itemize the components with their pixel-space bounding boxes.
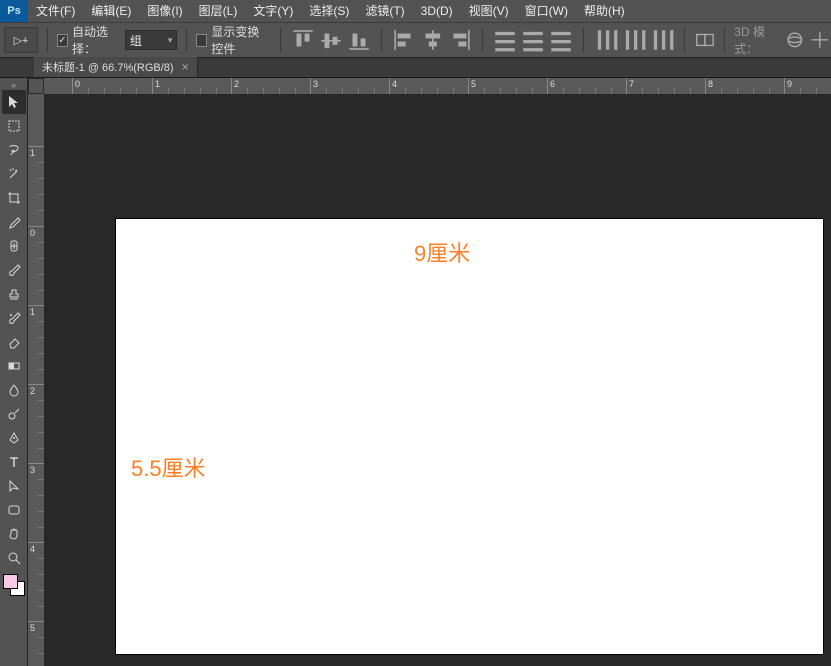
viewport[interactable]: 9厘米 5.5厘米 (44, 94, 831, 666)
menu-file[interactable]: 文件(F) (28, 0, 83, 22)
separator (724, 28, 725, 52)
type-tool[interactable] (2, 450, 26, 474)
toolbox: » (0, 78, 28, 666)
document-tab-bar: 未标题-1 @ 66.7%(RGB/8) × (0, 58, 831, 78)
align-hcenter-icon[interactable] (419, 27, 445, 53)
distribute-right-icon[interactable] (649, 27, 675, 53)
canvas-page[interactable]: 9厘米 5.5厘米 (116, 219, 823, 654)
color-swatches[interactable] (3, 574, 25, 596)
checkbox-icon (57, 34, 68, 47)
gradient-tool[interactable] (2, 354, 26, 378)
dodge-tool[interactable] (2, 402, 26, 426)
canvas-text-left[interactable]: 5.5厘米 (131, 451, 206, 483)
app-logo: Ps (0, 0, 28, 22)
menu-3d[interactable]: 3D(D) (413, 0, 461, 22)
document-tab[interactable]: 未标题-1 @ 66.7%(RGB/8) × (34, 57, 198, 77)
menu-view[interactable]: 视图(V) (461, 0, 517, 22)
distribute-bottom-icon[interactable] (548, 27, 574, 53)
distribute-vcenter-icon[interactable] (520, 27, 546, 53)
separator (47, 28, 48, 52)
document-title: 未标题-1 @ 66.7%(RGB/8) (42, 59, 174, 75)
vertical-ruler[interactable] (28, 94, 44, 666)
crop-tool[interactable] (2, 186, 26, 210)
align-right-icon[interactable] (447, 27, 473, 53)
distribute-hcenter-icon[interactable] (621, 27, 647, 53)
menu-filter[interactable]: 滤镜(T) (357, 0, 412, 22)
menu-layer[interactable]: 图层(L) (191, 0, 246, 22)
align-bottom-icon[interactable] (346, 27, 372, 53)
horizontal-ruler[interactable] (44, 78, 831, 94)
eraser-tool[interactable] (2, 330, 26, 354)
ruler-corner[interactable] (28, 78, 44, 94)
healing-tool[interactable] (2, 234, 26, 258)
eyedropper-tool[interactable] (2, 210, 26, 234)
options-bar: ▷+ 自动选择： 组 ▾ 显示变换控件 (0, 22, 831, 58)
menu-type[interactable]: 文字(Y) (245, 0, 301, 22)
align-left-icon[interactable] (391, 27, 417, 53)
auto-align-icon[interactable] (694, 27, 716, 53)
distribute-group-1 (492, 27, 574, 53)
canvas-area: 9厘米 5.5厘米 (28, 78, 831, 666)
auto-select-dropdown[interactable]: 组 ▾ (125, 30, 178, 50)
blur-tool[interactable] (2, 378, 26, 402)
align-vcenter-icon[interactable] (318, 27, 344, 53)
mode-3d: 3D 模式： (734, 23, 831, 57)
workspace: » (0, 78, 831, 666)
auto-select-checkbox[interactable]: 自动选择： (57, 23, 122, 57)
pen-tool[interactable] (2, 426, 26, 450)
separator (186, 28, 187, 52)
separator (684, 28, 685, 52)
align-top-icon[interactable] (290, 27, 316, 53)
distribute-top-icon[interactable] (492, 27, 518, 53)
chevron-down-icon: ▾ (168, 35, 173, 46)
auto-select-label: 自动选择： (72, 23, 122, 57)
brush-tool[interactable] (2, 258, 26, 282)
hand-tool[interactable] (2, 522, 26, 546)
canvas-text-top[interactable]: 9厘米 (414, 236, 470, 268)
close-icon[interactable]: × (182, 60, 189, 74)
stamp-tool[interactable] (2, 282, 26, 306)
orbit-3d-icon[interactable] (784, 27, 806, 53)
pan-3d-icon[interactable] (809, 27, 831, 53)
menu-window[interactable]: 窗口(W) (517, 0, 576, 22)
zoom-tool[interactable] (2, 546, 26, 570)
checkbox-icon (196, 34, 207, 47)
separator (280, 28, 281, 52)
show-transform-label: 显示变换控件 (211, 23, 271, 57)
wand-tool[interactable] (2, 162, 26, 186)
shape-tool[interactable] (2, 498, 26, 522)
separator (381, 28, 382, 52)
menu-image[interactable]: 图像(I) (139, 0, 190, 22)
show-transform-checkbox[interactable]: 显示变换控件 (196, 23, 271, 57)
menu-bar: Ps 文件(F) 编辑(E) 图像(I) 图层(L) 文字(Y) 选择(S) 滤… (0, 0, 831, 22)
path-selection-tool[interactable] (2, 474, 26, 498)
mode-3d-label: 3D 模式： (734, 23, 779, 57)
lasso-tool[interactable] (2, 138, 26, 162)
menu-edit[interactable]: 编辑(E) (83, 0, 139, 22)
distribute-group-2 (593, 27, 675, 53)
menu-select[interactable]: 选择(S) (301, 0, 357, 22)
distribute-left-icon[interactable] (593, 27, 619, 53)
align-group-1 (290, 27, 372, 53)
separator (482, 28, 483, 52)
move-tool[interactable] (2, 90, 26, 114)
toolbox-toggle-icon[interactable]: » (2, 80, 26, 90)
separator (583, 28, 584, 52)
align-group-2 (391, 27, 473, 53)
dropdown-value: 组 (130, 32, 142, 49)
tool-preset-picker[interactable]: ▷+ (4, 27, 38, 53)
marquee-tool[interactable] (2, 114, 26, 138)
foreground-color-swatch[interactable] (3, 574, 18, 589)
menu-help[interactable]: 帮助(H) (576, 0, 633, 22)
history-brush-tool[interactable] (2, 306, 26, 330)
